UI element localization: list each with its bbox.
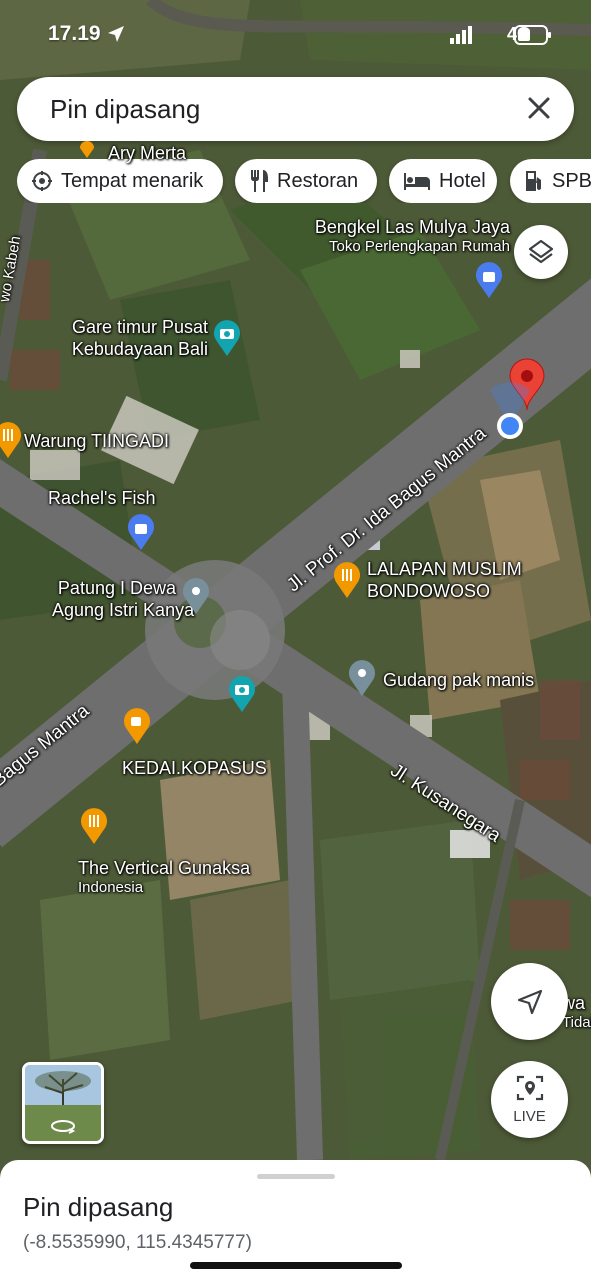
chip-restoran[interactable]: Restoran [235, 159, 377, 203]
place-label-partial: Ary Merta [108, 143, 187, 163]
layers-icon [528, 239, 554, 264]
camera-pin-icon[interactable] [213, 320, 241, 356]
place-lalapan[interactable]: LALAPAN MUSLIM BONDOWOSO [367, 558, 522, 602]
category-chips: Tempat menarik Restoran Hotel SPB [17, 159, 591, 203]
place-bengkel[interactable]: Bengkel Las Mulya Jaya Toko Perlengkapan… [300, 216, 510, 256]
battery-icon [514, 25, 551, 45]
place-sub: Tidak [562, 1014, 591, 1031]
chip-hotel[interactable]: Hotel [389, 159, 497, 203]
navigation-arrow-icon [517, 989, 543, 1015]
place-vertical[interactable]: The Vertical Gunaksa Indonesia [78, 857, 250, 897]
chip-label: Hotel [439, 169, 486, 192]
food-pin-icon[interactable] [0, 422, 22, 458]
fuel-icon [526, 171, 541, 191]
restaurant-icon [251, 170, 268, 192]
search-bar[interactable]: Pin dipasang [17, 77, 574, 141]
place-sub: Toko Perlengkapan Rumah [329, 238, 510, 255]
status-bar: 17.19 4G [0, 18, 591, 50]
sheet-handle[interactable] [257, 1174, 335, 1179]
place-sub: Indonesia [78, 879, 144, 896]
place-name: Gare timur Pusat [71, 317, 208, 337]
chip-label: Tempat menarik [61, 169, 204, 192]
chip-label: Restoran [277, 169, 359, 192]
place-name: Bengkel Las Mulya Jaya [314, 217, 510, 237]
location-arrow-icon [108, 26, 124, 42]
place-gare[interactable]: Gare timur Pusat Kebudayaan Bali [60, 316, 208, 360]
chip-label: SPB [552, 169, 591, 192]
live-view-icon [516, 1075, 544, 1101]
street-view-thumbnail[interactable] [22, 1062, 104, 1144]
attraction-icon [32, 171, 52, 191]
live-view-button[interactable]: LIVE [491, 1061, 568, 1138]
place-gudang[interactable]: Gudang pak manis [383, 669, 534, 691]
shop-pin-icon[interactable] [127, 514, 155, 550]
place-warung[interactable]: Warung TIINGADI [24, 430, 169, 452]
my-location-dot[interactable] [480, 380, 540, 450]
place-name: LALAPAN MUSLIM [367, 559, 522, 579]
place-name: The Vertical Gunaksa [78, 858, 251, 878]
shop-pin-icon[interactable] [475, 262, 503, 298]
landmark-pin-icon[interactable] [348, 660, 376, 696]
food-pin-icon[interactable] [333, 562, 361, 598]
place-sub: Kebudayaan Bali [71, 339, 208, 359]
chip-spbu[interactable]: SPB [510, 159, 591, 203]
layers-button[interactable] [514, 225, 568, 279]
close-icon[interactable] [522, 91, 556, 125]
place-rachel[interactable]: Rachel's Fish [48, 487, 155, 509]
place-kedai[interactable]: KEDAI.KOPASUS [122, 757, 267, 779]
live-label: LIVE [513, 1108, 546, 1125]
pin-title: Pin dipasang [23, 1192, 174, 1222]
place-sub: BONDOWOSO [367, 581, 491, 601]
search-title: Pin dipasang [50, 94, 201, 124]
place-name: Patung I Dewa [57, 578, 176, 598]
place-sub: Agung Istri Kanya [52, 600, 195, 620]
status-time: 17.19 [48, 22, 101, 45]
pin-coordinates: (-8.5535990, 115.4345777) [23, 1232, 252, 1253]
place-patung[interactable]: Patung I Dewa Agung Istri Kanya [52, 577, 195, 621]
camera-pin-icon[interactable] [228, 676, 256, 712]
navigate-button[interactable] [491, 963, 568, 1040]
home-indicator[interactable] [190, 1262, 402, 1269]
landmark-pin-icon[interactable] [182, 578, 210, 614]
chip-tempat-menarik[interactable]: Tempat menarik [17, 159, 223, 203]
cafe-pin-icon[interactable] [123, 708, 151, 744]
signal-icon [450, 26, 472, 44]
food-pin-icon[interactable] [78, 140, 96, 158]
hotel-icon [404, 173, 430, 190]
food-pin-icon[interactable] [80, 808, 108, 844]
rotate-360-icon [51, 1120, 76, 1134]
